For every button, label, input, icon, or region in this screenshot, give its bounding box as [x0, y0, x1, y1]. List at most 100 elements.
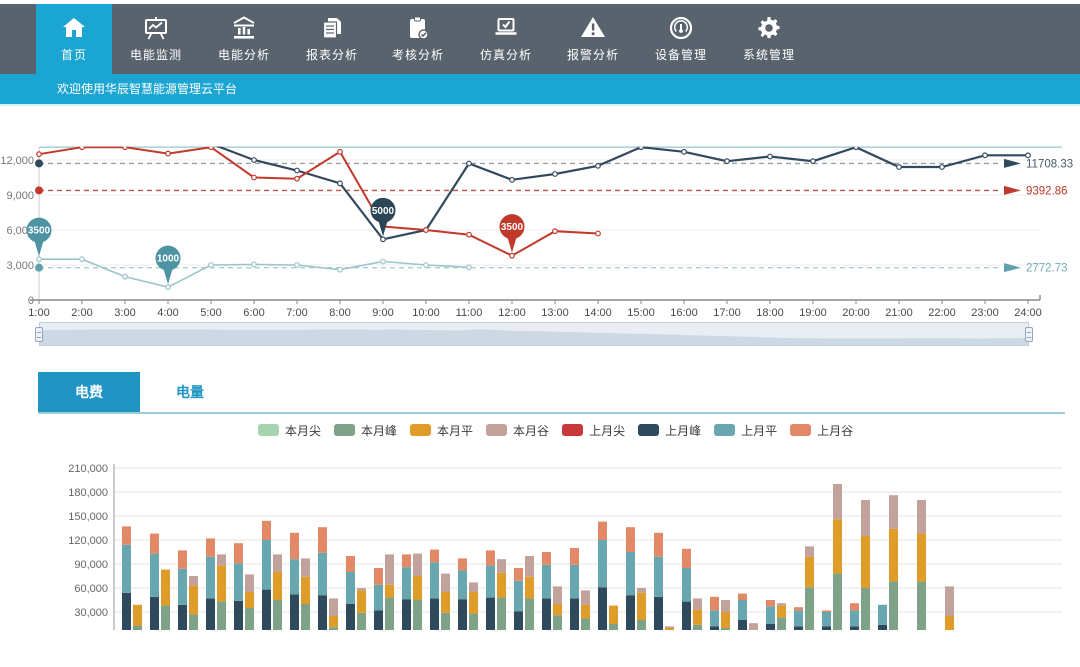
bar-last-month-10[interactable] — [374, 610, 383, 630]
bar-this-month-8[interactable] — [329, 598, 338, 616]
legend-item-0[interactable]: 本月尖 — [258, 422, 321, 439]
bar-last-month-22[interactable] — [710, 597, 719, 611]
bar-this-month-1[interactable] — [133, 626, 142, 630]
legend-item-6[interactable]: 上月平 — [714, 422, 777, 439]
tab-electricity-fee[interactable]: 电费 — [38, 372, 140, 412]
bar-last-month-4[interactable] — [206, 538, 215, 556]
bar-this-month-7[interactable] — [301, 577, 310, 604]
bar-this-month-6[interactable] — [273, 600, 282, 630]
bar-last-month-24[interactable] — [766, 624, 775, 630]
bar-last-month-15[interactable] — [514, 568, 523, 581]
bar-last-month-11[interactable] — [402, 554, 411, 567]
nav-item-energy-analysis[interactable]: 电能分析 — [200, 4, 288, 74]
bar-this-month-14[interactable] — [497, 598, 506, 630]
bar-last-month-3[interactable] — [178, 569, 187, 605]
bar-this-month-16[interactable] — [553, 604, 562, 615]
bar-this-month-26[interactable] — [833, 484, 842, 519]
bar-last-month-5[interactable] — [234, 543, 243, 563]
bar-this-month-7[interactable] — [301, 558, 310, 576]
datazoom-slider[interactable] — [39, 322, 1029, 346]
bar-this-month-21[interactable] — [693, 625, 702, 630]
bar-this-month-29[interactable] — [917, 500, 926, 534]
bar-last-month-17[interactable] — [570, 598, 579, 630]
bar-this-month-4[interactable] — [217, 554, 226, 565]
bar-last-month-8[interactable] — [318, 595, 327, 630]
bar-last-month-7[interactable] — [290, 594, 299, 630]
bar-last-month-25[interactable] — [794, 610, 803, 626]
bar-last-month-9[interactable] — [346, 572, 355, 604]
bar-last-month-8[interactable] — [318, 553, 327, 595]
bar-last-month-19[interactable] — [626, 552, 635, 595]
bar-last-month-15[interactable] — [514, 611, 523, 630]
nav-item-report-analysis[interactable]: 报表分析 — [288, 4, 376, 74]
nav-item-device-management[interactable]: 设备管理 — [637, 4, 725, 74]
bar-this-month-9[interactable] — [357, 590, 366, 612]
bar-last-month-28[interactable] — [878, 625, 887, 630]
bar-this-month-4[interactable] — [217, 602, 226, 630]
bar-this-month-14[interactable] — [497, 559, 506, 573]
bar-last-month-11[interactable] — [402, 599, 411, 630]
bar-last-month-9[interactable] — [346, 556, 355, 572]
bar-this-month-27[interactable] — [861, 500, 870, 536]
bar-this-month-28[interactable] — [889, 529, 898, 582]
bar-this-month-19[interactable] — [637, 593, 646, 620]
bar-this-month-24[interactable] — [777, 618, 786, 630]
bar-last-month-5[interactable] — [234, 601, 243, 630]
bar-last-month-17[interactable] — [570, 565, 579, 599]
bar-this-month-3[interactable] — [189, 576, 198, 586]
bar-this-month-25[interactable] — [805, 546, 814, 556]
bar-this-month-2[interactable] — [161, 606, 170, 630]
bar-this-month-9[interactable] — [357, 588, 366, 590]
bar-this-month-13[interactable] — [469, 582, 478, 592]
bar-last-month-3[interactable] — [178, 550, 187, 568]
bar-this-month-13[interactable] — [469, 592, 478, 614]
bar-this-month-9[interactable] — [357, 613, 366, 630]
bar-last-month-2[interactable] — [150, 597, 159, 630]
bar-this-month-11[interactable] — [413, 600, 422, 630]
bar-this-month-19[interactable] — [637, 620, 646, 630]
bar-last-month-26[interactable] — [822, 612, 831, 626]
nav-item-simulation-analysis[interactable]: 仿真分析 — [462, 4, 550, 74]
bar-this-month-12[interactable] — [441, 592, 450, 613]
bar-series[interactable] — [122, 484, 954, 630]
bar-last-month-24[interactable] — [766, 600, 775, 606]
legend-item-7[interactable]: 上月谷 — [790, 422, 853, 439]
datazoom-left-handle[interactable] — [35, 327, 43, 342]
bar-last-month-2[interactable] — [150, 534, 159, 554]
bar-last-month-1[interactable] — [122, 593, 131, 630]
bar-last-month-23[interactable] — [738, 594, 747, 600]
bar-last-month-20[interactable] — [654, 597, 663, 630]
legend-item-1[interactable]: 本月峰 — [334, 422, 397, 439]
bar-this-month-30[interactable] — [945, 616, 954, 630]
bar-this-month-1[interactable] — [133, 605, 142, 626]
line-chart[interactable]: 03,0006,0009,00012,0001:002:003:004:005:… — [0, 120, 1080, 320]
bar-this-month-14[interactable] — [497, 573, 506, 598]
bar-this-month-16[interactable] — [553, 586, 562, 604]
bar-this-month-18[interactable] — [609, 624, 618, 630]
bar-last-month-14[interactable] — [486, 598, 495, 630]
bar-last-month-27[interactable] — [850, 610, 859, 626]
bar-last-month-6[interactable] — [262, 540, 271, 590]
bar-this-month-20[interactable] — [665, 626, 674, 628]
bar-this-month-3[interactable] — [189, 586, 198, 615]
bar-last-month-16[interactable] — [542, 552, 551, 565]
bar-last-month-14[interactable] — [486, 550, 495, 565]
bar-last-month-6[interactable] — [262, 590, 271, 630]
bar-last-month-27[interactable] — [850, 603, 859, 610]
tab-electricity-quantity[interactable]: 电量 — [140, 372, 240, 412]
bar-this-month-21[interactable] — [693, 610, 702, 625]
nav-item-energy-monitor[interactable]: 电能监测 — [112, 4, 200, 74]
bar-last-month-4[interactable] — [206, 598, 215, 630]
stacked-bar-chart[interactable]: 30,00060,00090,000120,000150,000180,0002… — [0, 450, 1080, 630]
bar-last-month-16[interactable] — [542, 598, 551, 630]
bar-this-month-30[interactable] — [945, 586, 954, 616]
bar-this-month-5[interactable] — [245, 592, 254, 608]
bar-last-month-13[interactable] — [458, 599, 467, 630]
bar-last-month-4[interactable] — [206, 557, 215, 599]
bar-this-month-16[interactable] — [553, 615, 562, 630]
bar-this-month-26[interactable] — [833, 519, 842, 573]
bar-last-month-22[interactable] — [710, 626, 719, 630]
bar-last-month-15[interactable] — [514, 581, 523, 611]
bar-this-month-26[interactable] — [833, 574, 842, 630]
legend-item-2[interactable]: 本月平 — [410, 422, 473, 439]
